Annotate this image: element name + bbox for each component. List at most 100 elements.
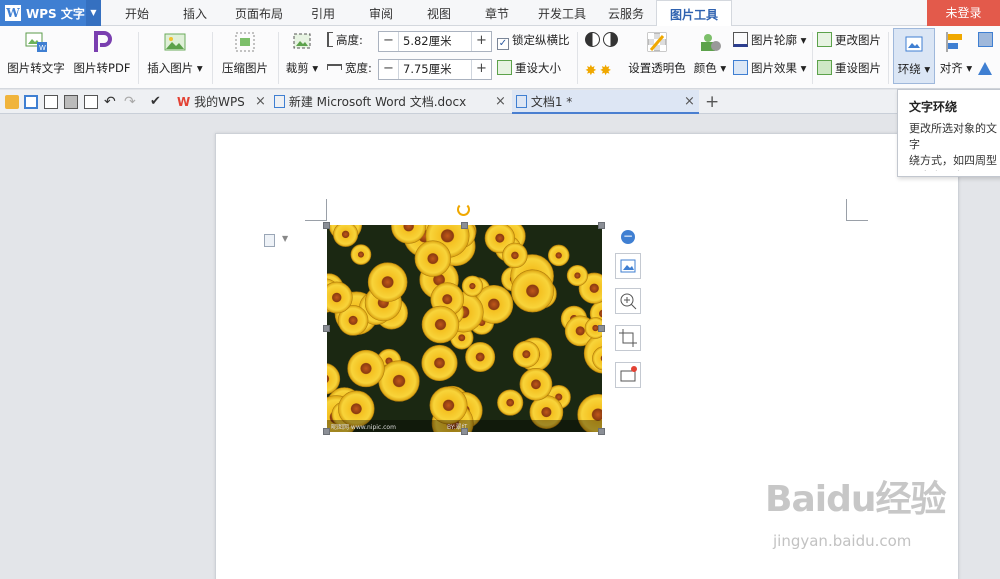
compress-picture-icon xyxy=(235,32,255,52)
height-stepper[interactable]: − 5.82厘米 + xyxy=(378,31,492,52)
align-label: 对齐 ▾ xyxy=(939,61,973,75)
tab-review[interactable]: 审阅 xyxy=(356,0,406,26)
width-stepper[interactable]: − 7.75厘米 + xyxy=(378,59,492,80)
align-button[interactable]: 对齐 ▾ xyxy=(938,30,974,76)
login-button[interactable]: 未登录 xyxy=(927,0,1000,26)
contrast-down-icon[interactable] xyxy=(603,32,618,47)
flower xyxy=(512,340,540,368)
app-menu-button[interactable]: W WPS 文字 ▼ xyxy=(0,0,101,26)
flower xyxy=(429,386,468,425)
brightness-buttons[interactable] xyxy=(585,30,621,50)
crop-label: 裁剪 ▾ xyxy=(285,61,319,75)
set-transparent-button[interactable]: 设置透明色 xyxy=(627,30,687,76)
resize-handle-nw[interactable] xyxy=(323,222,330,229)
zoom-picture-button[interactable] xyxy=(615,288,641,314)
wrap-label: 环绕 ▾ xyxy=(897,62,931,76)
group-button[interactable] xyxy=(978,30,1000,50)
layout-options-button[interactable] xyxy=(615,253,641,279)
lock-ratio-checkbox[interactable]: ✓ 锁定纵横比 xyxy=(497,30,570,50)
reset-size-button[interactable]: 重设大小 xyxy=(497,58,561,78)
chevron-down-icon[interactable]: ▼ xyxy=(86,0,101,26)
wrap-button[interactable]: 环绕 ▾ xyxy=(893,28,935,84)
brightness-up-icon[interactable]: ✸ xyxy=(585,61,597,79)
redo-icon[interactable]: ↷ xyxy=(124,95,138,109)
flower xyxy=(367,262,408,302)
selected-picture[interactable]: 昵图网 www.nipic.com BY:翠红 xyxy=(327,225,602,432)
crop-side-button[interactable] xyxy=(615,325,641,351)
resize-handle-se[interactable] xyxy=(598,428,605,435)
checkbox-checked-icon: ✓ xyxy=(497,38,509,50)
doc-tab-document1[interactable]: 文档1 * × xyxy=(512,90,699,114)
flower xyxy=(547,244,570,267)
close-icon[interactable]: × xyxy=(495,90,506,114)
resize-handle-n[interactable] xyxy=(461,222,468,229)
doc-tab-word-docx[interactable]: 新建 Microsoft Word 文档.docx × xyxy=(270,90,510,114)
close-icon[interactable]: × xyxy=(684,90,695,114)
document-icon xyxy=(516,95,527,108)
tab-insert[interactable]: 插入 xyxy=(170,0,220,26)
resize-handle-sw[interactable] xyxy=(323,428,330,435)
change-picture-button[interactable]: 更改图片 xyxy=(817,30,881,50)
rotate-button[interactable] xyxy=(978,58,1000,78)
close-icon[interactable]: × xyxy=(255,90,266,114)
picture-outline-button[interactable]: 图片轮廓 ▾ xyxy=(733,30,806,50)
reset-picture-button[interactable]: 重设图片 xyxy=(817,58,881,78)
wps-w-icon: W xyxy=(177,95,191,109)
rotate-handle-icon[interactable] xyxy=(457,203,470,216)
crop-button[interactable]: 裁剪 ▾ xyxy=(284,30,320,76)
width-input[interactable]: 7.75厘米 xyxy=(403,60,452,79)
doc-tab-my-wps[interactable]: W 我的WPS × xyxy=(172,90,268,114)
insert-picture-button[interactable]: 插入图片 ▾ xyxy=(144,30,206,76)
increase-width-button[interactable]: + xyxy=(471,60,491,79)
paragraph-layout-icon[interactable] xyxy=(264,234,275,247)
resize-handle-w[interactable] xyxy=(323,325,330,332)
sun-buttons[interactable]: ✸ ✸ xyxy=(585,58,614,79)
tab-picture-tools[interactable]: 图片工具 xyxy=(656,0,732,26)
decrease-height-button[interactable]: − xyxy=(379,32,399,51)
pic-to-pdf-button[interactable]: 图片转PDF xyxy=(72,30,132,76)
compress-picture-button[interactable]: 压缩图片 xyxy=(218,30,272,76)
print-preview-icon[interactable] xyxy=(84,95,98,109)
reset-size-icon xyxy=(497,60,512,75)
pic-to-text-button[interactable]: W 图片转文字 xyxy=(6,30,66,76)
chrysanthemum-photo: 昵图网 www.nipic.com BY:翠红 xyxy=(327,225,602,432)
resize-handle-ne[interactable] xyxy=(598,222,605,229)
compress-picture-label: 压缩图片 xyxy=(222,61,268,75)
tab-start[interactable]: 开始 xyxy=(112,0,162,26)
separator xyxy=(812,32,813,84)
tab-references[interactable]: 引用 xyxy=(298,0,348,26)
export-pdf-icon[interactable] xyxy=(44,95,58,109)
resize-handle-e[interactable] xyxy=(598,325,605,332)
height-label: 高度: xyxy=(327,30,363,50)
color-label: 颜色 ▾ xyxy=(693,61,727,75)
print-icon[interactable] xyxy=(64,95,78,109)
new-tab-icon[interactable]: + xyxy=(705,90,719,114)
undo-icon[interactable]: ↶ xyxy=(104,95,118,109)
open-folder-icon[interactable] xyxy=(5,95,19,109)
insert-picture-label: 插入图片 ▾ xyxy=(147,61,203,75)
more-picture-options-button[interactable] xyxy=(615,362,641,388)
color-button[interactable]: 颜色 ▾ xyxy=(692,30,728,76)
tab-developer[interactable]: 开发工具 xyxy=(530,0,594,26)
chevron-down-icon[interactable]: ▼ xyxy=(282,234,288,243)
flower xyxy=(414,240,452,277)
collapse-icon[interactable]: − xyxy=(621,230,635,244)
tab-view[interactable]: 视图 xyxy=(414,0,464,26)
decrease-width-button[interactable]: − xyxy=(379,60,399,79)
tab-page-layout[interactable]: 页面布局 xyxy=(228,0,290,26)
app-name: WPS 文字 xyxy=(26,7,85,21)
tab-chapter[interactable]: 章节 xyxy=(472,0,522,26)
increase-height-button[interactable]: + xyxy=(471,32,491,51)
customize-qa-icon[interactable]: ✔ xyxy=(150,95,164,109)
resize-handle-s[interactable] xyxy=(461,428,468,435)
crop-icon xyxy=(293,33,311,49)
width-label: 宽度: xyxy=(327,58,372,78)
picture-effect-button[interactable]: 图片效果 ▾ xyxy=(733,58,806,78)
save-icon[interactable] xyxy=(24,95,38,109)
height-input[interactable]: 5.82厘米 xyxy=(403,32,452,51)
document-tab-bar: ↶ ↷ ✔ W 我的WPS × 新建 Microsoft Word 文档.doc… xyxy=(0,90,1000,114)
tab-cloud[interactable]: 云服务 xyxy=(600,0,652,26)
brightness-down-icon[interactable]: ✸ xyxy=(600,61,612,79)
contrast-up-icon[interactable] xyxy=(585,32,600,47)
flower xyxy=(519,367,553,401)
